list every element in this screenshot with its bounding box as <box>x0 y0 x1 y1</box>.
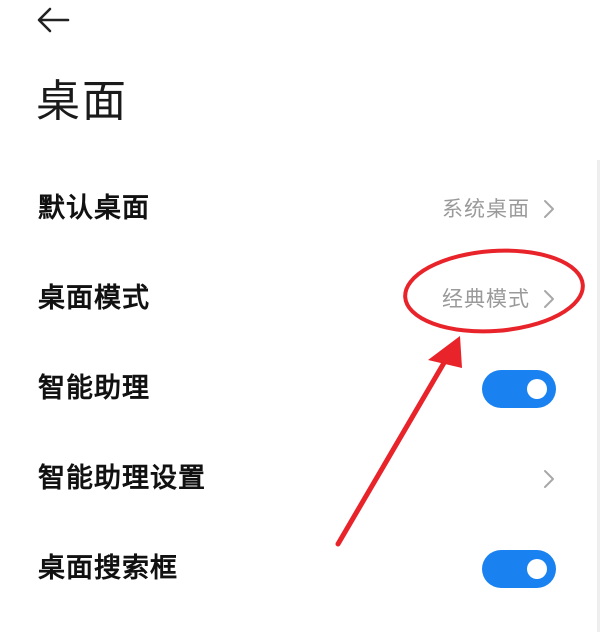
default-desktop-value: 系统桌面 <box>442 197 530 221</box>
desktop-mode-label: 桌面模式 <box>38 283 150 314</box>
smart-assistant-settings-row[interactable]: 智能助理设置 <box>0 434 600 524</box>
default-desktop-row[interactable]: 默认桌面 系统桌面 <box>0 164 600 254</box>
chevron-right-icon <box>542 198 556 220</box>
page-title: 桌面 <box>36 76 128 127</box>
toggle-knob <box>527 379 547 399</box>
default-desktop-label: 默认桌面 <box>38 193 150 224</box>
smart-assistant-toggle[interactable] <box>482 370 556 408</box>
chevron-right-icon <box>542 288 556 310</box>
smart-assistant-row: 智能助理 <box>0 344 600 434</box>
desktop-mode-value: 经典模式 <box>442 287 530 311</box>
desktop-mode-row[interactable]: 桌面模式 经典模式 <box>0 254 600 344</box>
arrow-left-icon <box>37 7 70 33</box>
desktop-search-bar-toggle[interactable] <box>482 550 556 588</box>
desktop-search-bar-label: 桌面搜索框 <box>38 553 178 584</box>
chevron-right-icon <box>542 468 556 490</box>
desktop-search-bar-row: 桌面搜索框 <box>0 524 600 614</box>
toggle-knob <box>527 559 547 579</box>
smart-assistant-settings-label: 智能助理设置 <box>38 463 206 494</box>
smart-assistant-label: 智能助理 <box>38 373 150 404</box>
back-button[interactable] <box>34 2 74 38</box>
